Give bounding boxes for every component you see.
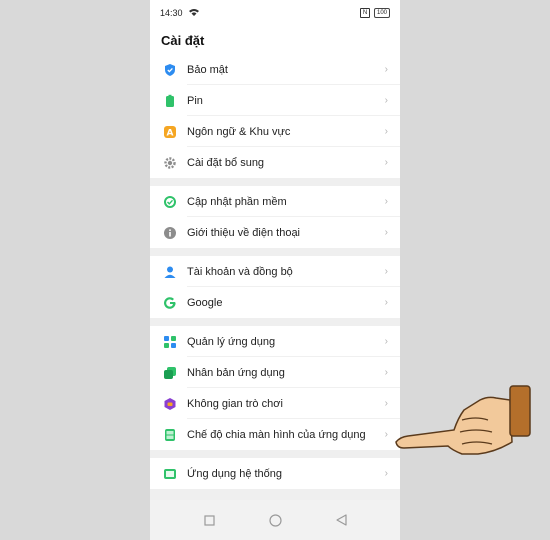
list-item-label: Tài khoản và đồng bộ [187,265,293,278]
status-time: 14:30 [160,8,183,18]
list-item[interactable]: Google › [150,287,400,318]
game-space-icon [163,397,177,411]
list-item-label: Pin [187,94,203,107]
list-item-label: Nhân bản ứng dụng [187,366,285,379]
list-item-label: Cập nhật phần mềm [187,195,287,208]
chevron-right-icon: › [384,126,388,137]
list-item[interactable]: Giới thiệu về điện thoại › [150,217,400,248]
chevron-right-icon: › [384,64,388,75]
chevron-right-icon: › [384,336,388,347]
google-icon [163,296,177,310]
battery-icon [163,94,177,108]
chevron-right-icon: › [384,429,388,440]
split-screen-icon [163,428,177,442]
list-item-label: Giới thiệu về điện thoại [187,226,301,239]
status-bar: 14:30 N 100 [150,0,400,26]
chevron-right-icon: › [384,468,388,479]
recents-icon[interactable] [202,513,216,527]
list-item[interactable]: Cập nhật phần mềm › [150,186,400,217]
list-item-label: Ứng dụng hệ thống [187,467,283,480]
chevron-right-icon: › [384,297,388,308]
settings-group: Ứng dụng hệ thống › [150,458,400,489]
gear-icon [163,156,177,170]
list-item[interactable]: A Ngôn ngữ & Khu vực › [150,116,400,147]
app-grid-icon [163,335,177,349]
list-item[interactable]: Nhân bản ứng dụng › [150,357,400,388]
chevron-right-icon: › [384,367,388,378]
battery-status: 100 [373,8,390,18]
account-icon [163,265,177,279]
settings-group: Cập nhật phần mềm › Giới thiệu về điện tho… [150,186,400,248]
settings-group: Bảo mật › Pin › A Ngôn ngữ & Khu vực › Cài đặt … [150,54,400,178]
chevron-right-icon: › [384,196,388,207]
list-item-label: Ngôn ngữ & Khu vực [187,125,291,138]
list-item[interactable]: Tài khoản và đồng bộ › [150,256,400,287]
chevron-right-icon: › [384,157,388,168]
system-apps-icon [163,467,177,481]
list-item-label: Không gian trò chơi [187,397,283,410]
list-item[interactable]: Cài đặt bổ sung › [150,147,400,178]
home-icon[interactable] [268,513,282,527]
language-icon: A [163,125,177,139]
navigation-bar [150,500,400,540]
pointing-hand-icon [395,385,531,455]
list-item-label: Bảo mật [187,63,228,76]
clone-app-icon [163,366,177,380]
list-item-label: Google [187,296,223,309]
phone-screen: 14:30 N 100 Cài đặt Bảo mật › Pin › A Ngôn ng… [150,0,400,540]
info-icon [163,226,177,240]
list-item-label: Quản lý ứng dụng [187,335,276,348]
list-item[interactable]: Ứng dụng hệ thống › [150,458,400,489]
list-item[interactable]: Không gian trò chơi › [150,388,400,419]
list-item-label: Chế độ chia màn hình của ứng dụng [187,428,366,441]
nfc-icon: N [359,8,370,18]
back-icon[interactable] [334,513,348,527]
update-icon [163,195,177,209]
settings-group: Quản lý ứng dụng › Nhân bản ứng dụng › Không… [150,326,400,450]
list-item-label: Cài đặt bổ sung [187,156,265,169]
list-item[interactable]: Bảo mật › [150,54,400,85]
shield-icon [163,63,177,77]
chevron-right-icon: › [384,266,388,277]
page-title: Cài đặt [150,26,400,54]
chevron-right-icon: › [384,227,388,238]
list-item[interactable]: Chế độ chia màn hình của ứng dụng › [150,419,400,450]
settings-group: Tài khoản và đồng bộ › Google › [150,256,400,318]
settings-list: Bảo mật › Pin › A Ngôn ngữ & Khu vực › Cài đặt … [150,54,400,489]
wifi-icon [188,8,199,18]
list-item[interactable]: Quản lý ứng dụng › [150,326,400,357]
chevron-right-icon: › [384,95,388,106]
list-item[interactable]: Pin › [150,85,400,116]
chevron-right-icon: › [384,398,388,409]
svg-text:A: A [167,128,174,138]
